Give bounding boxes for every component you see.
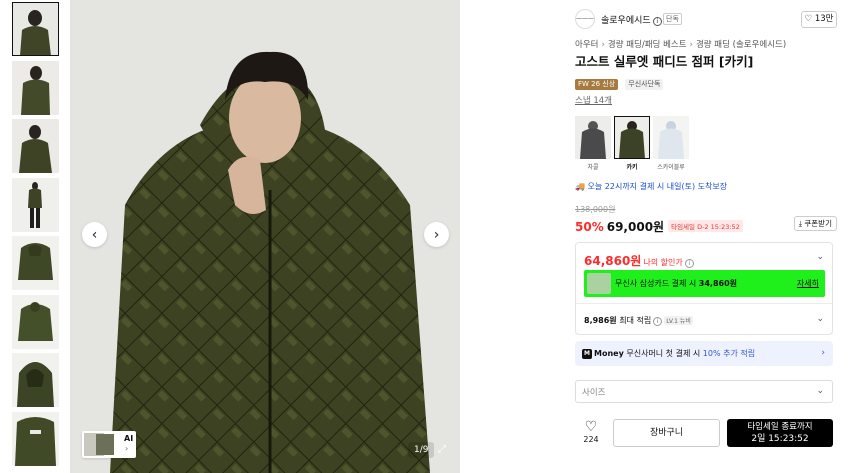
card-detail-link[interactable]: 자세히 (797, 278, 819, 289)
delivery-info: 🚚 오늘 22시까지 결제 시 내일(토) 도착보장 (575, 181, 727, 192)
money-desc: 무신사머니 첫 결제 시 (626, 349, 701, 358)
timesale-badge: 타임세일 D-2 15:23:52 (668, 220, 743, 232)
original-price: 138,000원 (575, 205, 616, 214)
chevron-right-icon: › (689, 40, 693, 50)
wishlist-button[interactable]: ♡ 224 (581, 419, 601, 444)
chevron-right-icon: › (821, 348, 825, 358)
chevron-down-icon[interactable]: ⌄ (816, 252, 824, 262)
card-promo-text: 무신사 삼성카드 결제 시 34,860원 (615, 278, 737, 289)
chevron-right-icon: › (125, 444, 129, 453)
option-label-charcoal: 차콜 (587, 164, 599, 171)
truck-icon: 🚚 (575, 182, 585, 191)
chevron-down-icon[interactable]: ⌄ (816, 314, 824, 324)
money-brand: Money (594, 349, 624, 358)
exclusive-tag: 단독 (663, 13, 682, 25)
my-price-label: 나의 할인가 (643, 258, 683, 267)
chevron-down-icon: ⌄ (816, 386, 824, 396)
buy-button-line1: 타임세일 종료까지 (747, 422, 813, 432)
heart-icon: ♡ (584, 419, 598, 435)
thumbnail-1[interactable] (12, 2, 59, 56)
thumbnail-4[interactable] (12, 177, 59, 232)
product-page: ‹ › AI › 1/9 ⤢ ——— 솔로우에시드 i 단독 ♡ 13만 아우터 ›… (0, 0, 850, 473)
delivery-text: 오늘 22시까지 결제 시 내일(토) 도착보장 (587, 182, 728, 191)
points-text: 최대 적립 (619, 316, 652, 325)
thumbnail-8[interactable] (12, 411, 59, 466)
badge-row: FW 26 신상 무신사단독 (575, 71, 665, 90)
brand-like-button[interactable]: ♡ 13만 (801, 11, 837, 28)
money-text: Money 무신사머니 첫 결제 시 10% 추가 적립 (594, 348, 755, 359)
ai-preview-image-2 (96, 434, 114, 455)
like-count: 13만 (814, 14, 834, 24)
size-placeholder: 사이즈 (582, 388, 606, 398)
option-charcoal[interactable] (575, 116, 611, 159)
option-label-khaki: 카키 (626, 164, 638, 171)
heart-icon: ♡ (804, 14, 813, 24)
thumbnail-list (12, 2, 61, 470)
card-promo-prefix: 무신사 삼성카드 결제 시 (615, 279, 697, 288)
money-highlight: 10% 추가 적립 (702, 349, 756, 358)
option-skyblue[interactable] (653, 116, 689, 159)
card-promo-amount: 34,860원 (698, 279, 738, 288)
breadcrumb-item-2[interactable]: 경량 패딩/패딩 베스트 (608, 40, 687, 50)
breadcrumb-item-3[interactable]: 경량 패딩 (솔로우에시드) (696, 40, 786, 50)
main-product-image: ‹ › AI › 1/9 ⤢ (70, 0, 460, 473)
discount-rate: 50% (575, 220, 604, 234)
sale-price: 69,000원 (606, 220, 665, 234)
buy-button-line2: 2일 15:23:52 (751, 434, 809, 444)
buy-button[interactable]: 타임세일 종료까지 2일 15:23:52 (727, 419, 833, 447)
add-to-cart-button[interactable]: 장바구니 (613, 419, 720, 447)
wishlist-count: 224 (583, 435, 599, 444)
exclusive-badge: 무신사단독 (625, 79, 664, 90)
brand-logo[interactable]: ——— (575, 9, 595, 29)
points-row[interactable]: 8,986원 최대 적립 i LV.1 뉴비 (584, 315, 693, 326)
info-icon[interactable]: i (653, 317, 663, 326)
points-amount: 8,986원 (584, 316, 617, 325)
next-image-button[interactable]: › (424, 222, 449, 247)
money-banner[interactable]: M Money 무신사머니 첫 결제 시 10% 추가 적립 › (575, 341, 833, 366)
coupon-button[interactable]: ⤓ 쿠폰받기 (793, 216, 837, 231)
card-promo-banner[interactable]: 무신사 삼성카드 결제 시 34,860원 자세히 (584, 270, 825, 297)
my-price-row[interactable]: 64,860원 나의 할인가 i (584, 250, 694, 269)
benefit-box: 64,860원 나의 할인가 i ⌄ 무신사 삼성카드 결제 시 34,860원 자… (575, 242, 833, 335)
new-season-badge: FW 26 신상 (575, 79, 619, 90)
action-bar: ♡ 224 장바구니 타임세일 종료까지 2일 15:23:52 (575, 419, 837, 449)
breadcrumb: 아우터 › 경량 패딩/패딩 베스트 › 경량 패딩 (솔로우에시드) (575, 38, 786, 50)
option-label-skyblue: 스카이블루 (657, 164, 685, 171)
ai-fitting-button[interactable]: AI › (82, 431, 136, 458)
ai-label: AI (124, 434, 134, 443)
thumbnail-3[interactable] (12, 119, 59, 173)
breadcrumb-item-1[interactable]: 아우터 (575, 40, 598, 50)
money-logo-icon: M (582, 349, 592, 359)
info-icon[interactable]: i (652, 17, 662, 26)
thumbnail-5[interactable] (12, 236, 59, 290)
expand-icon[interactable]: ⤢ (435, 442, 449, 458)
my-price-amount: 64,860원 (584, 254, 642, 268)
thumbnail-2[interactable] (12, 60, 59, 115)
brand-name-text[interactable]: 솔로우에시드 (601, 16, 651, 26)
previous-image-button[interactable]: ‹ (82, 222, 107, 247)
thumbnail-6[interactable] (12, 294, 59, 349)
snap-link[interactable]: 스냅 14개 (575, 94, 612, 106)
option-khaki[interactable] (614, 116, 650, 159)
info-icon[interactable]: i (684, 259, 694, 268)
size-select[interactable]: 사이즈 ⌄ (575, 380, 833, 403)
level-badge: LV.1 뉴비 (664, 316, 693, 325)
thumbnail-7[interactable] (12, 353, 59, 407)
card-image (587, 273, 611, 294)
image-pager: 1/9 (408, 442, 435, 458)
chevron-right-icon: › (601, 40, 605, 50)
brand-row: ——— 솔로우에시드 i 단독 ♡ 13만 (575, 9, 837, 29)
product-title: 고스트 실루엣 패디드 점퍼 [카키] (575, 54, 754, 69)
divider (576, 303, 832, 304)
price-row: 50% 69,000원 타임세일 D-2 15:23:52 (575, 216, 743, 235)
brand-name[interactable]: 솔로우에시드 i (601, 13, 662, 26)
